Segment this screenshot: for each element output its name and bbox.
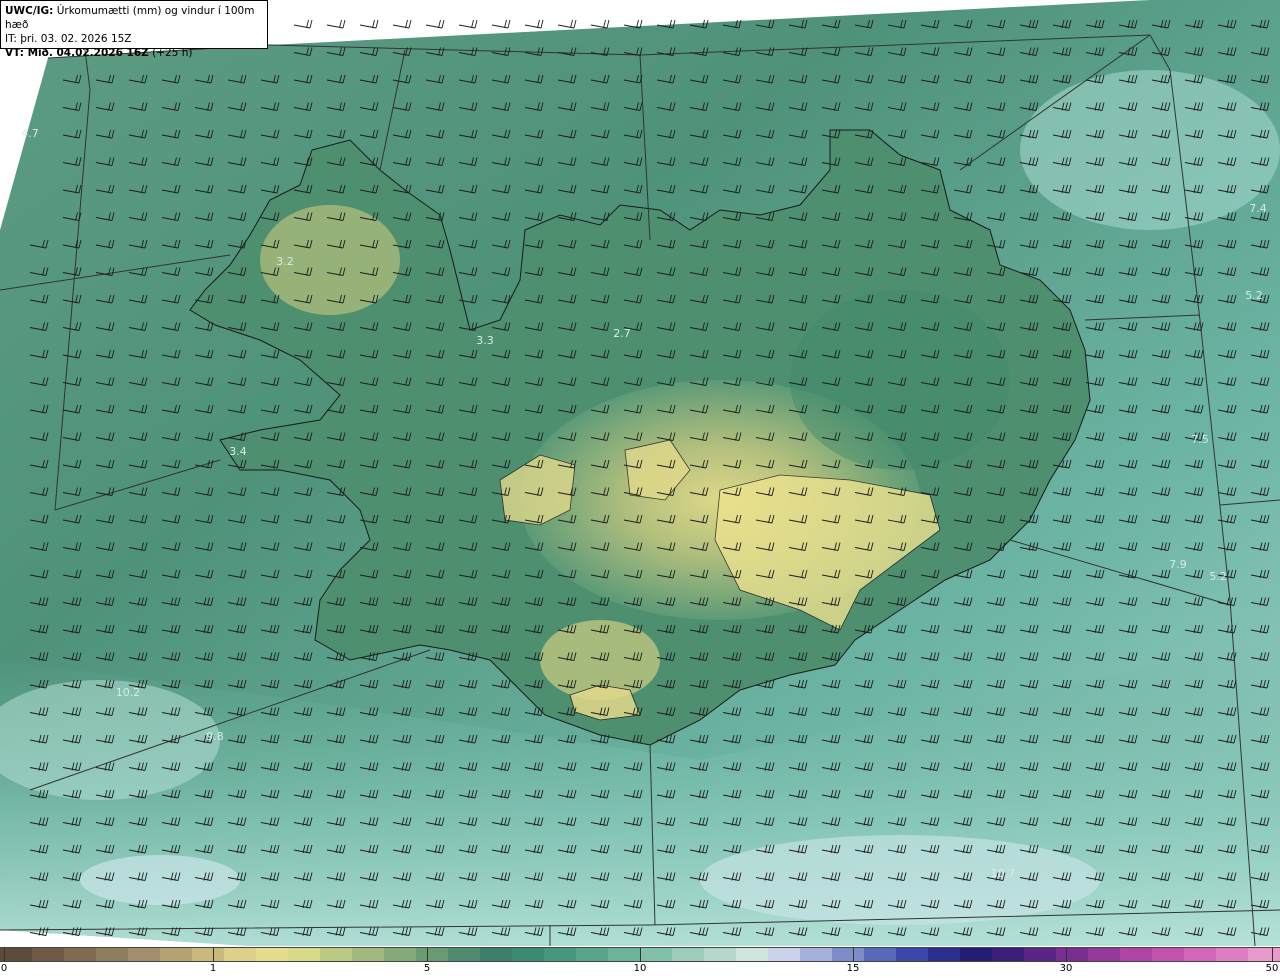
precip-value-label: 3.3 <box>476 334 494 347</box>
colorbar-segment <box>224 948 256 961</box>
forecast-map[interactable]: 4.7 3.2 3.3 2.7 3.4 7.4 5.2 7.5 7.9 5.2 10.2 9.8 10.… <box>0 0 1280 946</box>
precip-value-label: 2.7 <box>613 327 631 340</box>
precip-value-label: 10.7 <box>991 867 1016 880</box>
colorbar-segment <box>608 948 640 961</box>
colorbar-segment <box>736 948 768 961</box>
colorbar-segment <box>896 948 928 961</box>
colorbar-tick-label: 50 <box>1265 963 1279 974</box>
colorbar-segment <box>672 948 704 961</box>
colorbar-segment <box>928 948 960 961</box>
colorbar-tick-label: 15 <box>846 963 860 974</box>
colorbar-segment <box>832 948 864 961</box>
colorbar-tick <box>213 947 214 962</box>
colorbar-segment <box>768 948 800 961</box>
colorbar-tick-label: 10 <box>633 963 647 974</box>
colorbar-segment <box>1088 948 1120 961</box>
colorbar-segment <box>992 948 1024 961</box>
colorbar-segment <box>320 948 352 961</box>
precip-value-label: 5.2 <box>1245 289 1263 302</box>
colorbar-segment <box>448 948 480 961</box>
light-patch-s2 <box>80 855 240 905</box>
precip-value-label: 9.8 <box>206 730 224 743</box>
colorbar-segment <box>544 948 576 961</box>
valid-time: VT: Mið. 04.02.2026 16Z <box>5 47 149 59</box>
colorbar-segment <box>96 948 128 961</box>
colorbar-segment <box>416 948 448 961</box>
colorbar-segment <box>256 948 288 961</box>
colorbar-segment <box>1184 948 1216 961</box>
precip-value-label: 3.4 <box>229 445 247 458</box>
colorbar-segment <box>1120 948 1152 961</box>
colorbar-segment <box>704 948 736 961</box>
colorbar-tick <box>427 947 428 962</box>
model-name: UWC/IG: <box>5 5 54 17</box>
colorbar-segment <box>640 948 672 961</box>
colorbar-segment <box>352 948 384 961</box>
colorbar-segment <box>288 948 320 961</box>
precip-colorbar: 0 1 5 10 15 30 50 <box>0 947 1280 978</box>
colorbar-segment <box>384 948 416 961</box>
colorbar-segment <box>480 948 512 961</box>
colorbar-segment <box>1024 948 1056 961</box>
colorbar-tick <box>640 947 641 962</box>
colorbar-tick-label: 0 <box>0 963 8 974</box>
precip-value-label: 10.2 <box>116 686 141 699</box>
precip-value-label: 7.4 <box>1249 202 1267 215</box>
precip-value-label: 7.9 <box>1169 558 1187 571</box>
map-title-box: UWC/IG: Úrkomumætti (mm) og vindur í 100… <box>0 0 268 59</box>
colorbar-segment <box>1248 948 1280 961</box>
colorbar-segment <box>1216 948 1248 961</box>
colorbar-segment <box>864 948 896 961</box>
colorbar-segment <box>576 948 608 961</box>
colorbar-segment <box>192 948 224 961</box>
colorbar-tick-label: 5 <box>423 963 431 974</box>
colorbar-segment <box>32 948 64 961</box>
map-canvas: 4.7 3.2 3.3 2.7 3.4 7.4 5.2 7.5 7.9 5.2 10.2 9.8 10.… <box>0 0 1280 946</box>
colorbar-tick <box>1066 947 1067 962</box>
colorbar-segment <box>64 948 96 961</box>
colorbar-segment <box>1056 948 1088 961</box>
colorbar-segment <box>800 948 832 961</box>
colorbar-segment <box>160 948 192 961</box>
colorbar-segment <box>128 948 160 961</box>
colorbar-tick <box>853 947 854 962</box>
colorbar-segment <box>1152 948 1184 961</box>
east-mountains <box>790 290 1010 470</box>
colorbar-segment <box>960 948 992 961</box>
light-patch-ne <box>1020 70 1280 230</box>
precip-value-label: 5.2 <box>1209 570 1227 583</box>
colorbar-segment <box>512 948 544 961</box>
issue-time: IT: þri. 03. 02. 2026 15Z <box>5 33 132 45</box>
precip-value-label: 3.2 <box>276 255 294 268</box>
lead-time: (+25 h) <box>152 47 193 59</box>
colorbar-tick-label: 30 <box>1059 963 1073 974</box>
colorbar-tick-label: 1 <box>209 963 217 974</box>
colorbar-tick <box>1272 947 1273 962</box>
precip-value-label: 7.5 <box>1191 433 1209 446</box>
precip-value-label: 4.7 <box>21 127 39 140</box>
colorbar-tick <box>4 947 5 962</box>
